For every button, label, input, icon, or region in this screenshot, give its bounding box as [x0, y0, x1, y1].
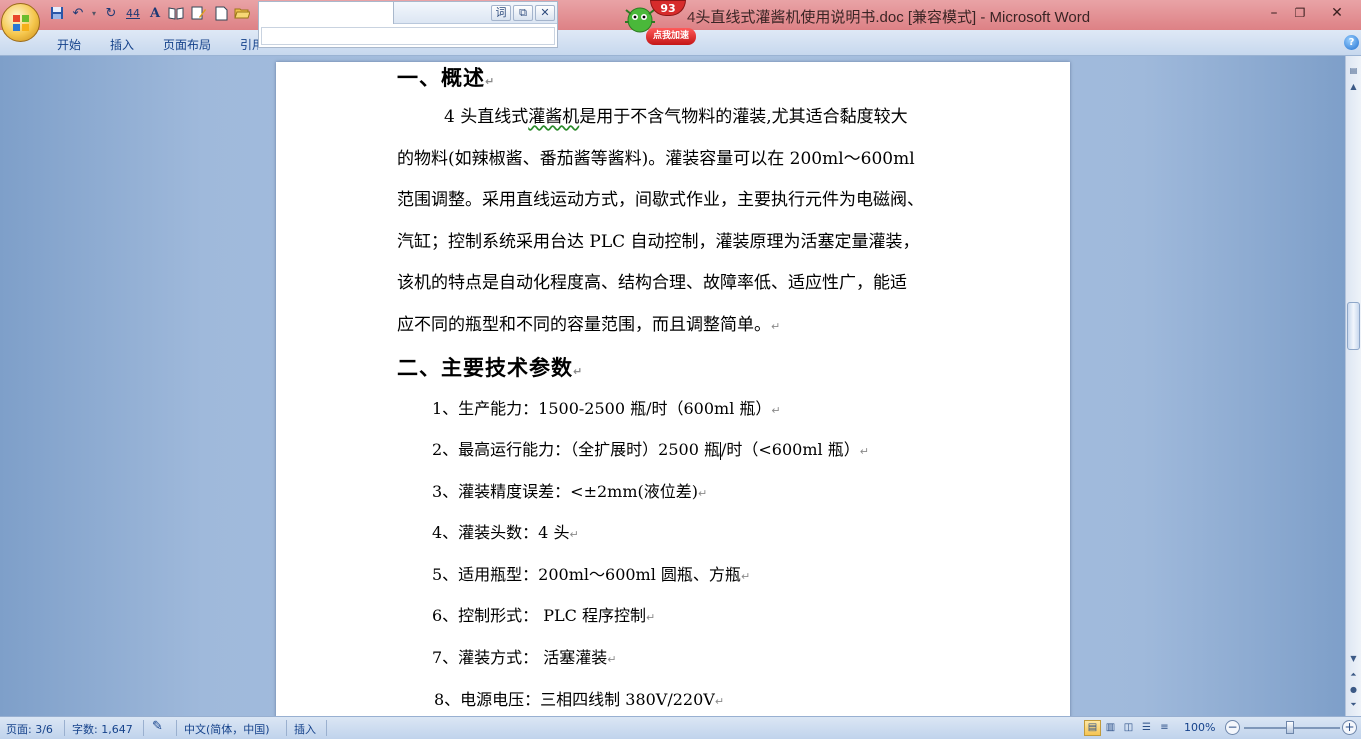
scroll-up-icon[interactable]: ▲: [1347, 80, 1360, 93]
spec-item: 7、灌装方式： 活塞灌装↵: [432, 648, 617, 667]
heading-overview: 一、概述↵: [397, 65, 496, 90]
office-button[interactable]: [1, 3, 40, 42]
spec-item: 5、适用瓶型：200ml～600ml 圆瓶、方瓶↵: [432, 565, 751, 584]
previous-page-icon[interactable]: ⏶: [1347, 668, 1360, 681]
translator-toolbar: 词 ⧉ ✕: [259, 2, 557, 24]
tab-insert[interactable]: 插入: [110, 36, 134, 53]
tab-page-layout[interactable]: 页面布局: [163, 36, 211, 53]
popup-close-button[interactable]: ✕: [535, 5, 555, 21]
help-icon[interactable]: ?: [1344, 35, 1359, 50]
numbering-icon[interactable]: 44: [125, 6, 141, 22]
paragraph-line: 范围调整。采用直线运动方式，间歇式作业，主要执行元件为电磁阀、: [397, 190, 924, 210]
window-title-text: 头直线式灌酱机使用说明书.doc [兼容模式] - Microsoft Word: [695, 9, 1091, 26]
spelling-flag: 灌酱机: [528, 107, 580, 127]
page-indicator[interactable]: 页面: 3/6: [6, 721, 53, 737]
status-bar: 页面: 3/6 字数: 1,647 ✎ 中文(简体，中国) 插入 ▤ ▥ ◫ ☰…: [0, 716, 1361, 739]
translator-popup: 词 ⧉ ✕: [258, 1, 558, 48]
outline-view-icon[interactable]: ☰: [1138, 720, 1155, 736]
language-indicator[interactable]: 中文(简体，中国): [184, 721, 270, 737]
save-icon[interactable]: [49, 6, 65, 22]
spec-item: 2、最高运行能力：（全扩展时）2500 瓶/时（<600ml 瓶）↵: [432, 440, 869, 460]
speed-label: 点我加速: [646, 28, 696, 45]
window-title: 4头直线式灌酱机使用说明书.doc [兼容模式] - Microsoft Wor…: [687, 6, 1090, 27]
web-layout-icon[interactable]: ◫: [1120, 720, 1137, 736]
heading-specs: 二、主要技术参数↵: [397, 355, 584, 380]
zoom-in-icon[interactable]: +: [1342, 720, 1357, 735]
font-icon[interactable]: A: [147, 6, 163, 22]
zoom-slider-thumb[interactable]: [1286, 721, 1294, 734]
vertical-scrollbar[interactable]: ▤ ▲ ▼ ⏶ ● ⏷: [1345, 56, 1361, 716]
folder-open-icon[interactable]: [234, 6, 251, 22]
scroll-thumb[interactable]: [1347, 302, 1360, 350]
document-page[interactable]: 一、概述↵ 4 头直线式灌酱机是用于不含气物料的灌装,尤其适合黏度较大 的物料(…: [276, 62, 1070, 716]
status-divider: [143, 720, 144, 736]
full-screen-reading-icon[interactable]: ▥: [1102, 720, 1119, 736]
word-count[interactable]: 字数: 1,647: [72, 721, 133, 737]
translator-tab[interactable]: [259, 2, 394, 24]
open-book-icon[interactable]: [168, 6, 184, 22]
restore-icon[interactable]: ❐: [1288, 3, 1312, 23]
paragraph-line: 4 头直线式灌酱机是用于不含气物料的灌装,尤其适合黏度较大: [444, 107, 908, 127]
tab-references[interactable]: 引用: [240, 36, 258, 53]
paragraph-line: 应不同的瓶型和不同的容量范围，而且调整简单。↵: [397, 315, 781, 335]
spec-item: 6、控制形式： PLC 程序控制↵: [432, 606, 656, 625]
spec-item: 1、生产能力：1500-2500 瓶/时（600ml 瓶）↵: [432, 399, 781, 418]
zoom-level[interactable]: 100%: [1184, 721, 1215, 734]
translator-input[interactable]: [261, 27, 555, 45]
spec-item: 4、灌装头数：4 头↵: [432, 523, 579, 542]
redo-icon[interactable]: ↻: [103, 6, 119, 22]
status-divider: [176, 720, 177, 736]
speed-badge[interactable]: 93 点我加速: [618, 0, 700, 48]
draft-view-icon[interactable]: ≡: [1156, 720, 1173, 736]
status-divider: [326, 720, 327, 736]
status-divider: [286, 720, 287, 736]
spec-item: 3、灌装精度误差：<±2mm(液位差)↵: [432, 482, 708, 501]
paragraph-line: 汽缸；控制系统采用台达 PLC 自动控制，灌装原理为活塞定量灌装，: [397, 232, 920, 252]
status-divider: [64, 720, 65, 736]
zoom-out-icon[interactable]: −: [1225, 720, 1240, 735]
close-icon[interactable]: ✕: [1325, 3, 1349, 23]
dictionary-button[interactable]: 词: [491, 5, 511, 21]
document-workspace: 一、概述↵ 4 头直线式灌酱机是用于不含气物料的灌装,尤其适合黏度较大 的物料(…: [0, 56, 1345, 716]
spec-item: 8、电源电压：三相四线制 380V/220V↵: [434, 690, 725, 709]
ruler-toggle-icon[interactable]: ▤: [1347, 64, 1360, 77]
copy-button[interactable]: ⧉: [513, 5, 533, 21]
undo-dropdown-icon[interactable]: ▾: [86, 6, 102, 22]
edit-icon[interactable]: [191, 6, 207, 22]
paragraph-line: 该机的特点是自动化程度高、结构合理、故障率低、适应性广，能适: [397, 273, 907, 293]
paragraph-line: 的物料(如辣椒酱、番茄酱等酱料)。灌装容量可以在 200ml～600ml: [397, 149, 915, 169]
scroll-down-icon[interactable]: ▼: [1347, 652, 1360, 665]
tab-home[interactable]: 开始: [57, 36, 81, 53]
proofing-icon[interactable]: ✎: [152, 719, 163, 734]
office-logo-icon: [13, 15, 29, 31]
minimize-icon[interactable]: –: [1262, 3, 1286, 23]
insert-mode[interactable]: 插入: [294, 721, 316, 737]
print-layout-icon[interactable]: ▤: [1084, 720, 1101, 736]
new-document-icon[interactable]: [213, 6, 229, 22]
browse-object-icon[interactable]: ●: [1347, 683, 1360, 696]
undo-icon[interactable]: ↶: [70, 6, 86, 22]
next-page-icon[interactable]: ⏷: [1347, 698, 1360, 711]
